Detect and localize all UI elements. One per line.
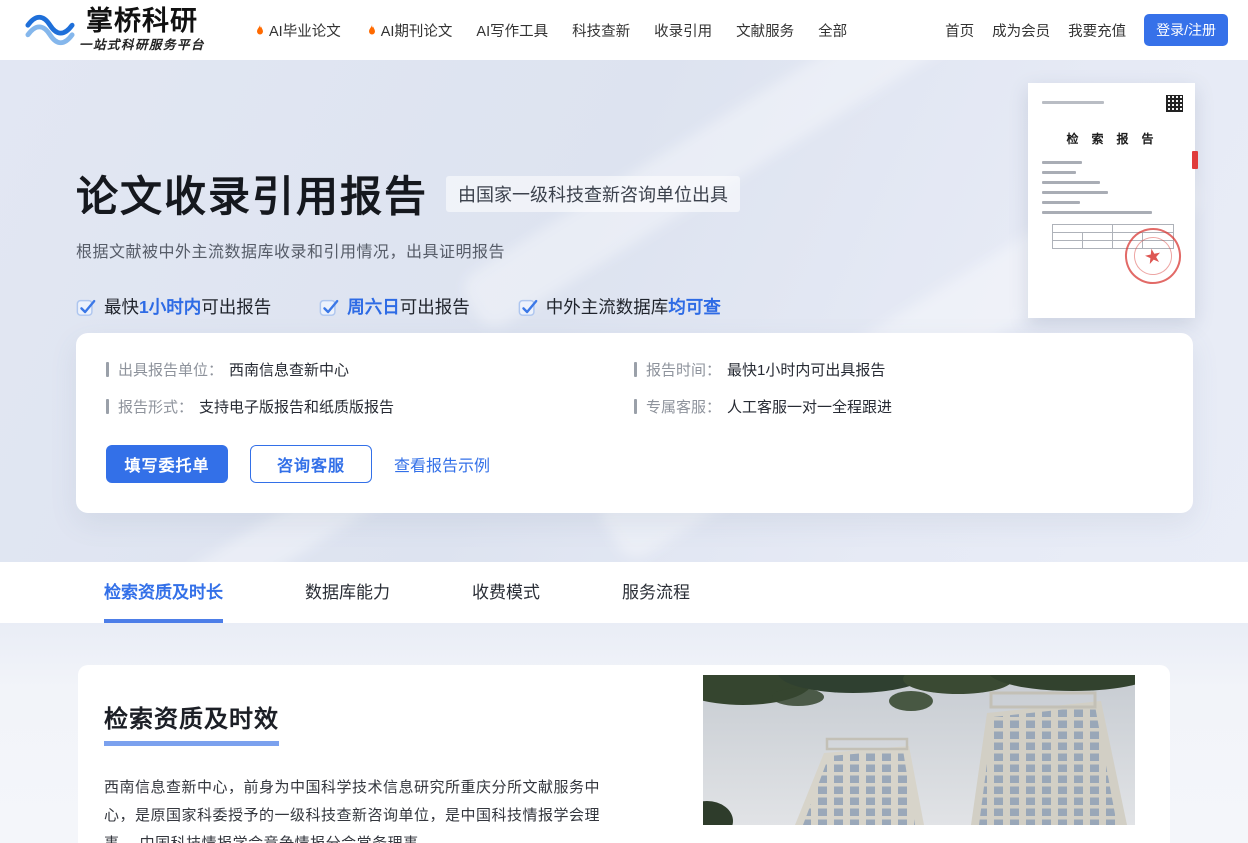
nav-item-label: AI写作工具 [476,20,548,41]
field-report-time: 报告时间： 最快1小时内可出具报告 [634,359,1163,380]
nav-item-label: AI期刊论文 [381,20,453,41]
nav-item-all[interactable]: 全部 [818,20,847,41]
feature-text: 最快1小时内可出报告 [104,294,271,319]
nav-right-links: 首页 成为会员 我要充值 登录/注册 [945,14,1228,46]
main-menu: AI毕业论文 AI期刊论文 AI写作工具 科技查新 收录引用 文献服务 全部 [253,20,847,41]
office-building-photo [703,675,1135,825]
nav-link-home[interactable]: 首页 [945,20,974,41]
section-tabs: 检索资质及时长 数据库能力 收费模式 服务流程 [0,562,1248,623]
feature-weekend: 周六日可出报告 [319,294,470,319]
service-info-card: 出具报告单位： 西南信息查新中心 报告时间： 最快1小时内可出具报告 报告形式：… [76,333,1193,513]
authority-badge: 由国家一级科技查新咨询单位出具 [446,176,740,212]
checkbox-icon [518,297,538,317]
brand-name: 掌桥科研 [86,8,198,35]
report-preview-image: 检 索 报 告 [1028,83,1195,318]
flame-icon [365,23,379,38]
nav-item-label: 全部 [818,20,847,41]
flame-icon [253,23,267,38]
brand-logo[interactable]: 掌桥科研 一站式科研服务平台 [25,8,205,52]
field-bar-icon [106,399,109,414]
fill-commission-form-button[interactable]: 填写委托单 [106,445,228,483]
field-bar-icon [106,362,109,377]
nav-link-become-member[interactable]: 成为会员 [992,20,1050,41]
qualification-section-card: 检索资质及时效 西南信息查新中心，前身为中国科学技术信息研究所重庆分所文献服务中… [78,665,1170,843]
nav-item-label: 收录引用 [654,20,712,41]
consult-support-button[interactable]: 咨询客服 [250,445,372,483]
feature-list: 最快1小时内可出报告 周六日可出报告 中外主流数据库均可查 [76,294,721,319]
report-doc-title: 检 索 报 告 [1042,130,1183,147]
main-content-area: 检索资质及时效 西南信息查新中心，前身为中国科学技术信息研究所重庆分所文献服务中… [0,623,1248,843]
login-register-button[interactable]: 登录/注册 [1144,14,1228,46]
hero-subtitle: 根据文献被中外主流数据库收录和引用情况，出具证明报告 [76,238,505,262]
brand-tagline: 一站式科研服务平台 [79,39,205,52]
nav-item-literature-service[interactable]: 文献服务 [736,20,794,41]
field-report-format: 报告形式： 支持电子版报告和纸质版报告 [106,396,634,417]
nav-item-ai-writing-tools[interactable]: AI写作工具 [476,20,548,41]
red-bookmark-tag [1192,151,1198,169]
tab-search-qualification[interactable]: 检索资质及时长 [104,562,223,623]
feature-text: 周六日可出报告 [347,294,470,319]
page-title: 论文收录引用报告 [76,163,428,224]
field-dedicated-support: 专属客服： 人工客服一对一全程跟进 [634,396,1163,417]
nav-item-citation-index[interactable]: 收录引用 [654,20,712,41]
tab-database-capability[interactable]: 数据库能力 [305,562,390,623]
qr-code-icon [1166,95,1183,112]
nav-item-label: 文献服务 [736,20,794,41]
checkbox-icon [76,297,96,317]
checkbox-icon [319,297,339,317]
info-fields: 出具报告单位： 西南信息查新中心 报告时间： 最快1小时内可出具报告 报告形式：… [106,359,1163,417]
feature-fast-report: 最快1小时内可出报告 [76,294,271,319]
tab-pricing-model[interactable]: 收费模式 [472,562,540,623]
doc-text-lines [1042,161,1183,214]
doc-number-line [1042,101,1104,104]
nav-item-novelty-search[interactable]: 科技查新 [572,20,630,41]
section-paragraph: 西南信息查新中心，前身为中国科学技术信息研究所重庆分所文献服务中心，是原国家科委… [104,774,616,843]
nav-item-label: AI毕业论文 [269,20,341,41]
view-report-sample-link[interactable]: 查看报告示例 [394,452,490,476]
top-navigation: 掌桥科研 一站式科研服务平台 AI毕业论文 AI期刊论文 AI写作工具 科技查新… [0,0,1248,60]
field-report-issuer: 出具报告单位： 西南信息查新中心 [106,359,634,380]
nav-item-ai-journal[interactable]: AI期刊论文 [365,20,453,41]
feature-all-databases: 中外主流数据库均可查 [518,294,721,319]
field-bar-icon [634,362,637,377]
wave-logo-icon [25,13,75,47]
field-bar-icon [634,399,637,414]
nav-item-ai-thesis[interactable]: AI毕业论文 [253,20,341,41]
section-heading: 检索资质及时效 [104,699,279,746]
card-actions: 填写委托单 咨询客服 查看报告示例 [106,445,1163,483]
feature-text: 中外主流数据库均可查 [546,294,721,319]
tab-service-process[interactable]: 服务流程 [622,562,690,623]
nav-item-label: 科技查新 [572,20,630,41]
nav-link-recharge[interactable]: 我要充值 [1068,20,1126,41]
